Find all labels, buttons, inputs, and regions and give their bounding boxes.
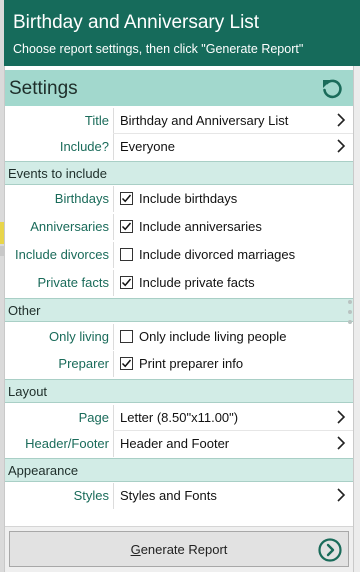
private-facts-text[interactable]: Include private facts bbox=[139, 275, 255, 290]
checkmark-icon bbox=[121, 194, 132, 203]
window-header: Birthday and Anniversary List Choose rep… bbox=[4, 0, 360, 66]
chevron-right-icon[interactable] bbox=[335, 138, 347, 154]
title-row[interactable]: Title Birthday and Anniversary List bbox=[5, 108, 353, 134]
divider bbox=[113, 324, 114, 350]
private-facts-row[interactable]: Private facts Include private facts bbox=[5, 270, 353, 296]
chevron-right-icon[interactable] bbox=[335, 112, 347, 128]
resize-grip-dot bbox=[348, 300, 352, 304]
birthdays-label: Birthdays bbox=[54, 191, 109, 206]
divider bbox=[113, 214, 114, 240]
anniversaries-label: Anniversaries bbox=[30, 219, 109, 234]
refresh-icon[interactable] bbox=[319, 75, 345, 101]
divorces-label: Include divorces bbox=[15, 247, 109, 262]
divider bbox=[113, 186, 114, 212]
include-label: Include? bbox=[59, 139, 109, 154]
only-living-checkbox[interactable] bbox=[120, 330, 133, 343]
preparer-checkbox[interactable] bbox=[120, 357, 133, 370]
title-label: Title bbox=[84, 113, 109, 128]
section-other-label: Other bbox=[8, 303, 41, 318]
private-facts-checkbox[interactable] bbox=[120, 276, 133, 289]
divider bbox=[113, 483, 114, 509]
styles-label: Styles bbox=[73, 488, 109, 503]
divider bbox=[113, 242, 114, 268]
page-row[interactable]: Page Letter (8.50"x11.00") bbox=[5, 405, 353, 431]
title-value[interactable]: Birthday and Anniversary List bbox=[120, 113, 288, 128]
section-events-label: Events to include bbox=[8, 166, 108, 181]
anniversaries-row[interactable]: Anniversaries Include anniversaries bbox=[5, 214, 353, 240]
only-living-text[interactable]: Only include living people bbox=[139, 329, 286, 344]
birthdays-checkbox[interactable] bbox=[120, 192, 133, 205]
chevron-right-icon[interactable] bbox=[335, 487, 347, 503]
divorces-row[interactable]: Include divorces Include divorced marria… bbox=[5, 242, 353, 268]
header-footer-value[interactable]: Header and Footer bbox=[120, 436, 229, 451]
chevron-right-icon[interactable] bbox=[335, 435, 347, 451]
include-value[interactable]: Everyone bbox=[120, 139, 175, 154]
divider bbox=[113, 431, 114, 457]
page-label: Page bbox=[78, 410, 109, 425]
divorces-checkbox[interactable] bbox=[120, 248, 133, 261]
section-other: Other bbox=[5, 298, 353, 322]
section-layout-label: Layout bbox=[8, 384, 48, 399]
anniversaries-text[interactable]: Include anniversaries bbox=[139, 219, 262, 234]
resize-grip-dot bbox=[348, 310, 352, 314]
settings-title: Settings bbox=[9, 78, 78, 99]
checkmark-icon bbox=[121, 278, 132, 287]
resize-grip-dot bbox=[348, 320, 352, 324]
generate-report-button[interactable]: Generate Report bbox=[9, 531, 349, 567]
include-row[interactable]: Include? Everyone bbox=[5, 134, 353, 160]
window-title: Birthday and Anniversary List bbox=[13, 12, 260, 33]
section-layout: Layout bbox=[5, 379, 353, 403]
circle-arrow-right-icon bbox=[318, 538, 342, 562]
header-footer-label: Header/Footer bbox=[25, 436, 109, 451]
birthdays-text[interactable]: Include birthdays bbox=[139, 191, 237, 206]
preparer-row[interactable]: Preparer Print preparer info bbox=[5, 351, 353, 377]
section-appearance-label: Appearance bbox=[8, 463, 79, 478]
header-footer-row[interactable]: Header/Footer Header and Footer bbox=[5, 431, 353, 457]
settings-panel: Settings Title Birthday and Anniversary … bbox=[4, 66, 354, 572]
generate-report-label: Generate Report bbox=[10, 542, 348, 557]
settings-header: Settings bbox=[5, 70, 353, 106]
checkmark-icon bbox=[121, 359, 132, 368]
divider bbox=[113, 405, 114, 431]
access-key: G bbox=[130, 542, 141, 557]
anniversaries-checkbox[interactable] bbox=[120, 220, 133, 233]
styles-row[interactable]: Styles Styles and Fonts bbox=[5, 483, 353, 509]
birthdays-row[interactable]: Birthdays Include birthdays bbox=[5, 186, 353, 212]
divorces-text[interactable]: Include divorced marriages bbox=[139, 247, 295, 262]
chevron-right-icon[interactable] bbox=[335, 409, 347, 425]
footer-bar: Generate Report bbox=[5, 526, 353, 572]
divider bbox=[113, 108, 114, 134]
generate-report-text: enerate Report bbox=[140, 542, 228, 557]
page-value[interactable]: Letter (8.50"x11.00") bbox=[120, 410, 238, 425]
divider bbox=[113, 134, 114, 160]
divider bbox=[113, 270, 114, 296]
styles-value[interactable]: Styles and Fonts bbox=[120, 488, 217, 503]
only-living-label: Only living bbox=[49, 329, 109, 344]
divider bbox=[113, 351, 114, 377]
private-facts-label: Private facts bbox=[37, 275, 109, 290]
preparer-label: Preparer bbox=[58, 356, 109, 371]
only-living-row[interactable]: Only living Only include living people bbox=[5, 324, 353, 350]
preparer-text[interactable]: Print preparer info bbox=[139, 356, 243, 371]
section-events: Events to include bbox=[5, 161, 353, 185]
checkmark-icon bbox=[121, 222, 132, 231]
section-appearance: Appearance bbox=[5, 458, 353, 482]
window-subtitle: Choose report settings, then click "Gene… bbox=[13, 42, 304, 56]
